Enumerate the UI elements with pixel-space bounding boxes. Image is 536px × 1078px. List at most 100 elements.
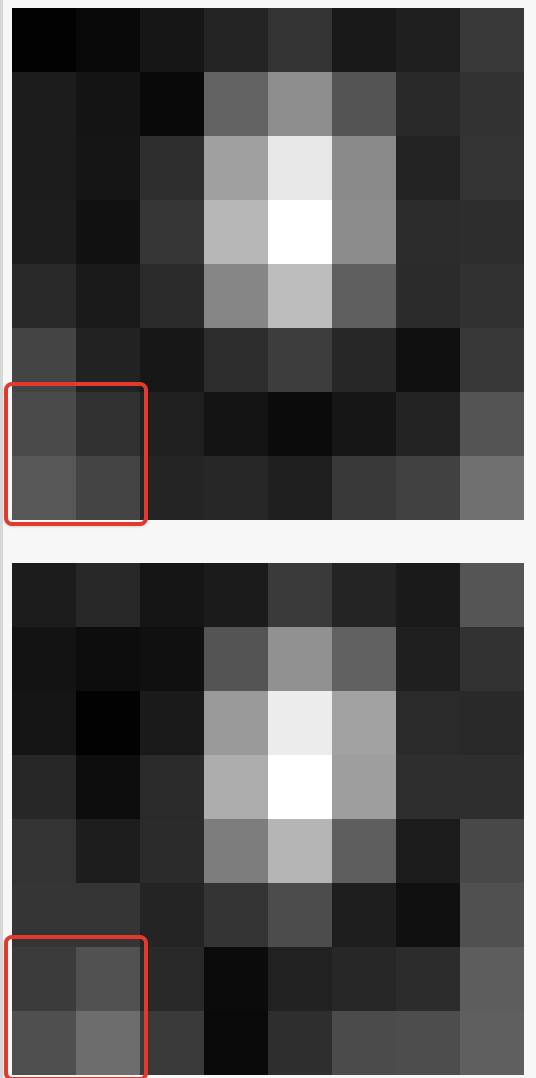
pixel-cell <box>204 755 268 819</box>
pixel-cell <box>396 72 460 136</box>
pixel-cell <box>268 392 332 456</box>
pixel-cell <box>332 947 396 1011</box>
pixel-cell <box>204 883 268 947</box>
pixel-cell <box>268 264 332 328</box>
pixel-cell <box>268 627 332 691</box>
pixel-cell <box>396 691 460 755</box>
pixel-cell <box>396 883 460 947</box>
pixel-cell <box>460 264 524 328</box>
pixel-cell <box>332 819 396 883</box>
pixel-cell <box>460 72 524 136</box>
pixel-cell <box>140 136 204 200</box>
pixel-cell <box>460 1011 524 1075</box>
pixel-cell <box>76 136 140 200</box>
pixel-cell <box>140 883 204 947</box>
pixel-cell <box>396 200 460 264</box>
pixel-cell <box>268 328 332 392</box>
pixel-cell <box>12 627 76 691</box>
pixel-cell <box>76 819 140 883</box>
pixel-cell <box>76 72 140 136</box>
pixel-cell <box>12 328 76 392</box>
pixel-cell <box>12 1011 76 1075</box>
pixel-cell <box>460 136 524 200</box>
pixel-cell <box>204 456 268 520</box>
pixel-cell <box>76 8 140 72</box>
pixel-cell <box>76 392 140 456</box>
pixel-cell <box>140 328 204 392</box>
pixel-cell <box>332 200 396 264</box>
pixel-cell <box>332 136 396 200</box>
comparison-page <box>0 0 536 1078</box>
pixel-cell <box>12 819 76 883</box>
pixel-cell <box>140 200 204 264</box>
pixel-cell <box>396 947 460 1011</box>
pixel-cell <box>332 456 396 520</box>
pixel-cell <box>140 819 204 883</box>
pixel-cell <box>76 627 140 691</box>
pixel-cell <box>76 1011 140 1075</box>
pixel-cell <box>204 200 268 264</box>
pixel-cell <box>460 691 524 755</box>
pixel-grid-bottom <box>12 563 524 1075</box>
pixel-cell <box>140 8 204 72</box>
pixel-cell <box>460 563 524 627</box>
pixel-cell <box>204 691 268 755</box>
pixel-cell <box>396 456 460 520</box>
pixel-cell <box>332 8 396 72</box>
pixel-cell <box>140 456 204 520</box>
pixel-cell <box>460 947 524 1011</box>
pixel-cell <box>76 947 140 1011</box>
pixel-cell <box>12 563 76 627</box>
pixel-cell <box>268 8 332 72</box>
pixel-cell <box>204 1011 268 1075</box>
pixel-cell <box>76 691 140 755</box>
pixel-cell <box>12 456 76 520</box>
pixel-cell <box>140 627 204 691</box>
pixel-cell <box>12 755 76 819</box>
pixel-cell <box>396 1011 460 1075</box>
pixel-cell <box>332 264 396 328</box>
pixel-cell <box>12 691 76 755</box>
pixel-cell <box>268 200 332 264</box>
pixel-cell <box>12 200 76 264</box>
pixel-cell <box>460 328 524 392</box>
pixel-cell <box>204 947 268 1011</box>
pixel-image-panel-top <box>4 8 524 526</box>
pixel-cell <box>332 563 396 627</box>
pixel-cell <box>460 8 524 72</box>
pixel-cell <box>460 200 524 264</box>
pixel-cell <box>204 627 268 691</box>
pixel-cell <box>396 264 460 328</box>
pixel-cell <box>12 392 76 456</box>
pixel-grid-top <box>12 8 524 520</box>
pixel-cell <box>460 819 524 883</box>
pixel-cell <box>460 456 524 520</box>
pixel-cell <box>396 627 460 691</box>
pixel-cell <box>204 328 268 392</box>
pixel-cell <box>332 392 396 456</box>
pixel-cell <box>140 947 204 1011</box>
pixel-cell <box>268 819 332 883</box>
pixel-cell <box>140 755 204 819</box>
pixel-cell <box>396 8 460 72</box>
pixel-cell <box>12 8 76 72</box>
pixel-cell <box>76 200 140 264</box>
pixel-cell <box>76 328 140 392</box>
pixel-cell <box>268 72 332 136</box>
pixel-cell <box>204 264 268 328</box>
pixel-cell <box>268 563 332 627</box>
pixel-cell <box>12 136 76 200</box>
pixel-cell <box>12 264 76 328</box>
pixel-cell <box>268 755 332 819</box>
pixel-cell <box>204 819 268 883</box>
pixel-cell <box>396 755 460 819</box>
pixel-cell <box>140 72 204 136</box>
pixel-cell <box>76 755 140 819</box>
pixel-cell <box>460 627 524 691</box>
pixel-image-panel-bottom <box>4 563 524 1078</box>
pixel-cell <box>140 392 204 456</box>
pixel-cell <box>396 392 460 456</box>
pixel-cell <box>268 136 332 200</box>
pixel-cell <box>268 456 332 520</box>
pixel-cell <box>12 947 76 1011</box>
